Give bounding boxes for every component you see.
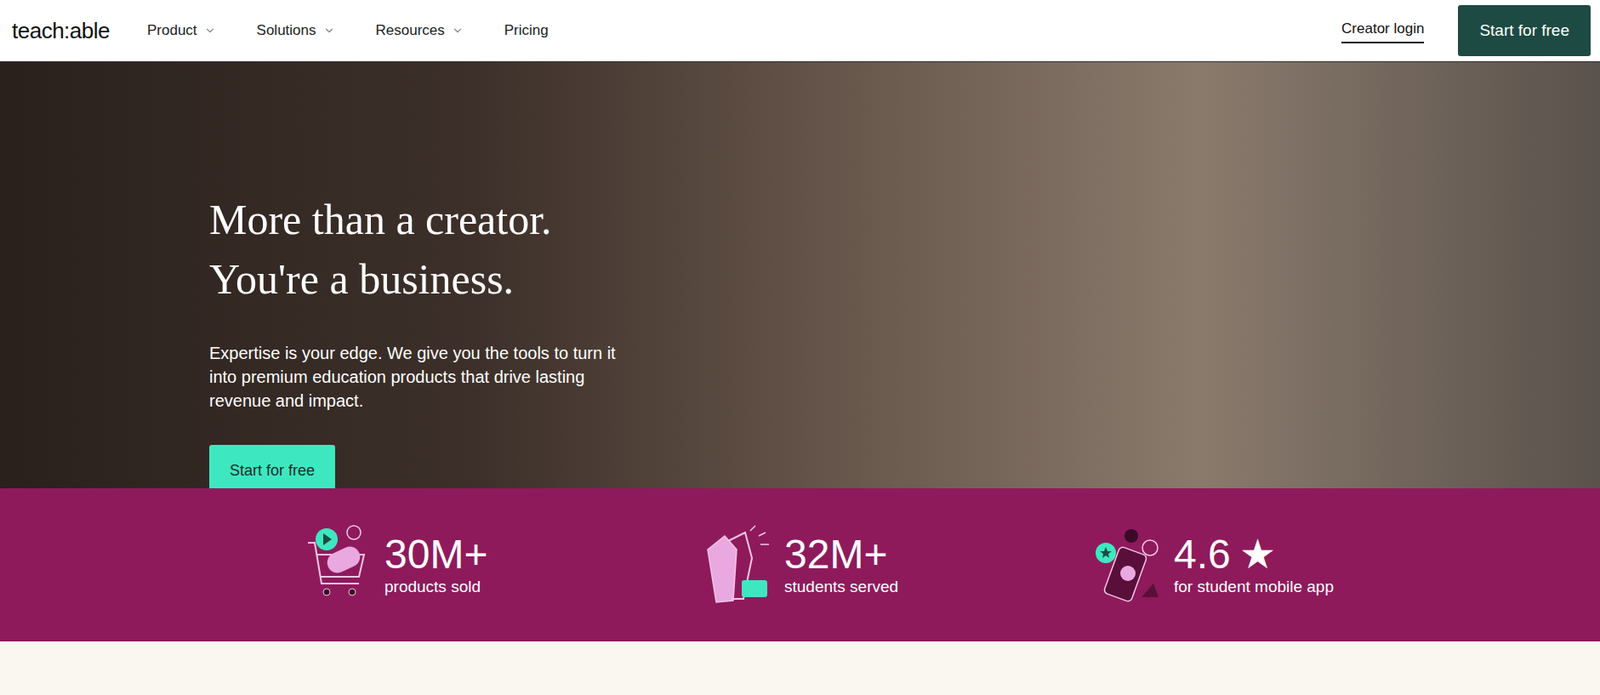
hero-title-line: You're a business.: [209, 249, 1600, 309]
stat-item: 4.6★for student mobile app: [1093, 523, 1489, 606]
nav-item[interactable]: Product: [147, 19, 227, 42]
hero: More than a creator.You're a business. Ex…: [0, 62, 1600, 489]
stat-value: 4.6★: [1173, 532, 1334, 577]
stat-item: 32M+students served: [699, 523, 1094, 606]
cart-icon: [304, 523, 373, 606]
high-five-icon: [699, 523, 773, 606]
stat-value: 32M+: [784, 532, 899, 577]
hero-text: Expertise is your edge. We give you the …: [209, 341, 627, 413]
header-start-button[interactable]: Start for free: [1457, 5, 1591, 57]
main-menu: Product Solutions Resources Pricing: [147, 19, 559, 42]
stat-label: products sold: [384, 576, 488, 598]
star-glyph: ★: [1239, 532, 1276, 577]
stat-item: 30M+products sold: [304, 523, 700, 606]
nav-item[interactable]: Solutions: [256, 19, 346, 42]
hero-title: More than a creator.You're a business.: [209, 189, 1600, 309]
creator-login-link[interactable]: Creator login: [1341, 17, 1424, 44]
stat-value: 30M+: [384, 532, 488, 577]
logo[interactable]: teach:able: [11, 14, 110, 48]
phone-rating-icon: [1093, 523, 1162, 606]
stat-label: students served: [784, 576, 899, 598]
chevron-down-icon: [323, 24, 336, 37]
chevron-down-icon: [451, 24, 464, 37]
stat-label: for student mobile app: [1173, 576, 1334, 598]
content-area: [0, 641, 1600, 695]
chevron-down-icon: [204, 24, 217, 37]
nav-item[interactable]: Pricing: [504, 19, 559, 42]
page: teach:able Product Solutions Resources Prici…: [0, 0, 1600, 695]
stats-band: 30M+products sold32M+students served4.6★…: [0, 488, 1600, 642]
hero-title-line: More than a creator.: [209, 189, 1600, 250]
top-nav: teach:able Product Solutions Resources Prici…: [0, 0, 1600, 63]
nav-item[interactable]: Resources: [375, 19, 474, 42]
